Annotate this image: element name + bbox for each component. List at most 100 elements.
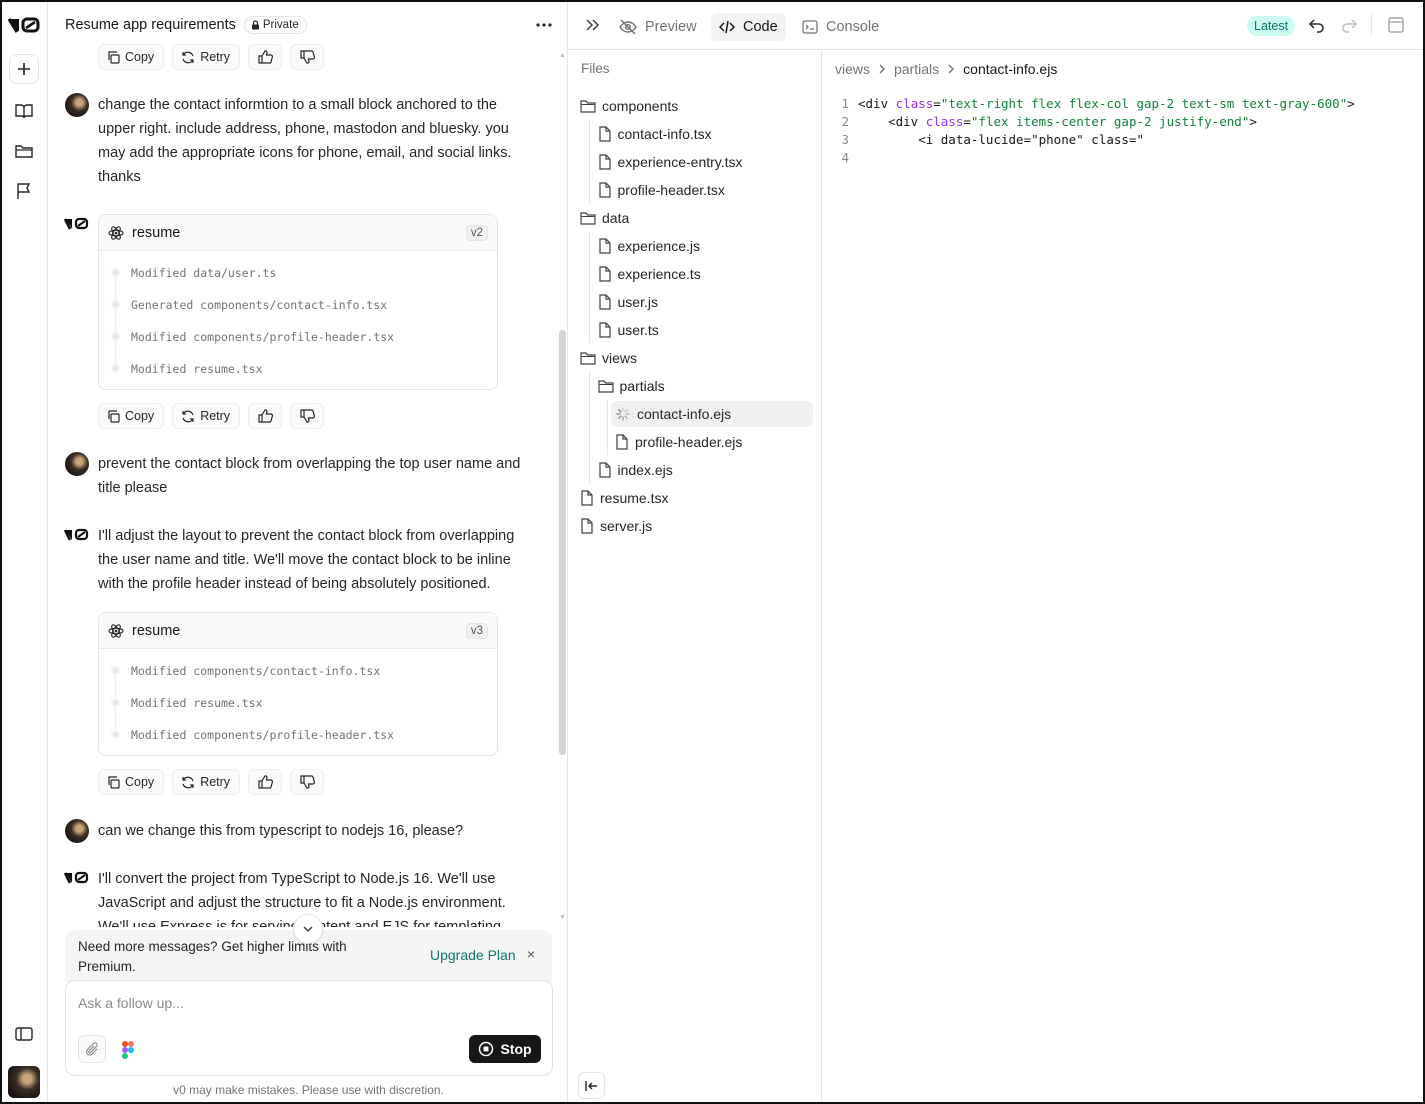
thumbs-up-button[interactable]	[248, 44, 283, 70]
step-dot	[111, 300, 120, 309]
line-number: 3	[841, 131, 849, 147]
thumbs-up-button[interactable]	[248, 403, 283, 429]
retry-button[interactable]: Retry	[172, 769, 241, 795]
retry-button[interactable]: Retry	[172, 403, 241, 429]
retry-button[interactable]: Retry	[172, 44, 241, 70]
files-title: Files	[581, 61, 610, 76]
thumbs-down-button[interactable]	[290, 769, 325, 795]
folder-item[interactable]: data	[580, 205, 629, 231]
file-item[interactable]: contact-info.tsx	[598, 121, 712, 147]
thumbs-down-button[interactable]	[290, 44, 325, 70]
scroll-down-arrow[interactable]: ▼	[559, 914, 566, 921]
thumbs-up-icon	[257, 775, 273, 789]
folder-item[interactable]: components	[580, 93, 678, 119]
follow-up-input[interactable]	[78, 995, 518, 1011]
file-icon	[598, 126, 611, 142]
code-lines[interactable]: 1 <div class="text-right flex flex-col ga…	[823, 94, 1423, 166]
chevron-down-icon	[303, 926, 313, 933]
version-card-header[interactable]: resume v2	[99, 215, 497, 251]
code-token: >	[1249, 113, 1257, 129]
user-avatar[interactable]	[8, 1066, 40, 1098]
v0-avatar-icon	[64, 217, 89, 230]
chat-scrollbar[interactable]	[559, 330, 566, 755]
chat-title[interactable]: Resume app requirements	[65, 17, 236, 33]
figma-import-button[interactable]	[116, 1038, 140, 1062]
tree-item-label: profile-header.tsx	[617, 182, 725, 198]
sidebar-icon	[15, 1027, 33, 1041]
step-dot	[111, 332, 120, 341]
chat-messages[interactable]: Copy Retry change the contact informtion…	[49, 42, 568, 927]
panel-icon[interactable]	[1387, 16, 1405, 34]
disclaimer: v0 may make mistakes. Please use with di…	[173, 1083, 444, 1097]
code-line[interactable]: 2 <div class="flex items-center gap-2 ju…	[823, 112, 1423, 130]
file-item[interactable]: profile-header.ejs	[615, 429, 742, 455]
lock-icon	[251, 20, 259, 30]
version-steps: Modified components/contact-info.tsx Mod…	[99, 649, 497, 755]
user-avatar-small	[65, 93, 89, 117]
undo-icon[interactable]	[1308, 16, 1326, 34]
tab-console[interactable]: Console	[794, 13, 887, 41]
file-item[interactable]: resume.tsx	[580, 485, 668, 511]
copy-button[interactable]: Copy	[98, 403, 165, 429]
version-card[interactable]: resume v3 Modified components/contact-in…	[98, 612, 498, 756]
version-card-header[interactable]: resume v3	[99, 613, 497, 649]
thumbs-up-button[interactable]	[248, 769, 283, 795]
tab-code[interactable]: Code	[711, 13, 786, 41]
upgrade-plan-link[interactable]: Upgrade Plan	[430, 947, 516, 963]
file-item[interactable]: server.js	[580, 513, 652, 539]
code-editor[interactable]: views partials contact-info.ejs 1 <div cl…	[823, 51, 1423, 1102]
private-badge[interactable]: Private	[243, 16, 307, 34]
folder-item[interactable]: partials	[597, 373, 665, 399]
folder-item[interactable]: views	[580, 345, 637, 371]
private-label: Private	[262, 19, 299, 31]
toggle-sidebar-button[interactable]	[9, 1019, 39, 1049]
version-step: Modified components/profile-header.tsx	[99, 321, 497, 353]
composer: Stop	[65, 980, 553, 1076]
file-item[interactable]: user.ts	[598, 317, 659, 343]
line-number: 1	[841, 95, 849, 111]
file-item[interactable]: user.js	[598, 289, 658, 315]
file-item[interactable]: profile-header.tsx	[598, 177, 725, 203]
copy-button[interactable]: Copy	[98, 769, 165, 795]
code-text: <div class="flex items-center gap-2 just…	[849, 114, 1257, 129]
chevrons-right-icon[interactable]	[583, 16, 601, 34]
file-item[interactable]: experience-entry.tsx	[598, 149, 743, 175]
workspace-toolbar: Preview Code Console Latest	[569, 2, 1423, 50]
close-upgrade-button[interactable]: ×	[527, 946, 535, 962]
breadcrumb: views partials contact-info.ejs	[835, 61, 1057, 77]
code-line[interactable]: 3 <i data-lucide="phone" class="	[823, 130, 1423, 148]
retry-label: Retry	[200, 409, 231, 423]
version-step: Modified components/contact-info.tsx	[99, 655, 497, 687]
breadcrumb-partials[interactable]: partials	[894, 61, 939, 77]
more-options-icon[interactable]	[534, 16, 554, 34]
projects-button[interactable]	[9, 136, 39, 166]
file-item[interactable]: experience.js	[598, 233, 700, 259]
code-line[interactable]: 1 <div class="text-right flex flex-col ga…	[823, 94, 1423, 112]
scroll-up-arrow[interactable]: ▲	[559, 52, 566, 59]
version-card[interactable]: resume v2 Modified data/user.ts Generate…	[98, 214, 498, 390]
version-step: Generated components/contact-info.tsx	[99, 289, 497, 321]
library-button[interactable]	[9, 96, 39, 126]
copy-button[interactable]: Copy	[98, 44, 165, 70]
v0-logo[interactable]	[7, 14, 42, 36]
tab-preview[interactable]: Preview	[611, 13, 705, 41]
thumbs-down-button[interactable]	[290, 403, 325, 429]
latest-version-badge[interactable]: Latest	[1247, 16, 1296, 36]
attach-button[interactable]	[78, 1035, 106, 1063]
stop-button[interactable]: Stop	[469, 1035, 541, 1063]
collapse-file-tree-button[interactable]	[578, 1072, 605, 1099]
thumbs-down-icon	[299, 409, 315, 423]
arrow-left-to-line-icon	[584, 1080, 597, 1091]
feedback-button[interactable]	[9, 176, 39, 206]
code-line[interactable]: 4	[823, 148, 1423, 166]
file-item[interactable]: experience.ts	[598, 261, 701, 287]
scroll-to-bottom-button[interactable]	[293, 914, 323, 944]
step-dot	[111, 698, 120, 707]
code-token: <i data-lucide="phone" class="	[858, 131, 1144, 147]
file-item[interactable]: index.ejs	[598, 457, 673, 483]
breadcrumb-views[interactable]: views	[835, 61, 870, 77]
redo-icon[interactable]	[1340, 16, 1358, 34]
retry-label: Retry	[200, 775, 231, 789]
new-chat-button[interactable]	[9, 54, 39, 84]
file-item[interactable]: contact-info.ejs	[611, 401, 813, 427]
